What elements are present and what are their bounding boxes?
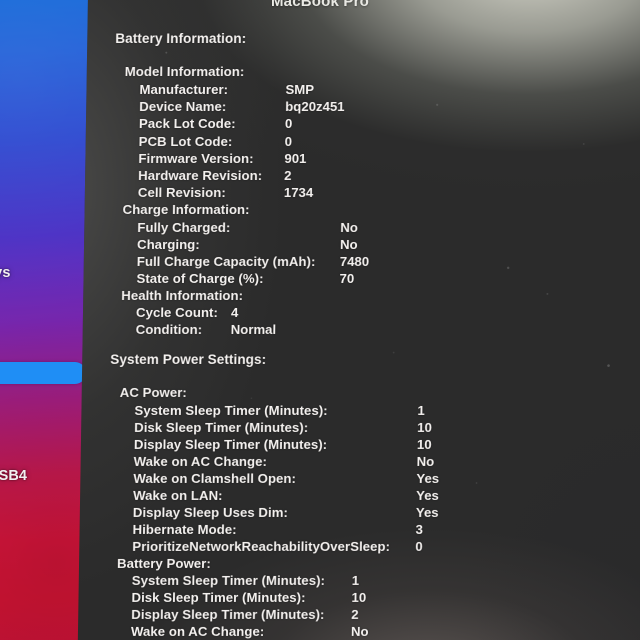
row-label-ac-wake-on-lan: Wake on LAN: (133, 488, 223, 503)
row-label-batt-display-sleep-timer: Display Sleep Timer (Minutes): (131, 607, 325, 622)
row-label-ac-wake-on-ac-change: Wake on AC Change: (133, 454, 268, 469)
row-label-ac-prioritize-network: PrioritizeNetworkReachabilityOverSleep: (132, 539, 391, 554)
row-label-pcb-lot-code: PCB Lot Code: (138, 134, 233, 149)
row-label-pack-lot-code: Pack Lot Code: (138, 116, 236, 131)
row-label-ac-display-sleep-timer: Display Sleep Timer (Minutes): (133, 437, 328, 452)
row-value-full-charge-capacity: 7480 (339, 254, 370, 269)
row-value-ac-wake-on-ac-change: No (416, 454, 435, 469)
row-label-ac-hibernate-mode: Hibernate Mode: (132, 522, 237, 537)
information-pane: Battery Information: Model Information: … (77, 0, 640, 640)
row-value-batt-display-sleep-timer: 2 (351, 607, 359, 622)
row-label-batt-disk-sleep-timer: Disk Sleep Timer (Minutes): (131, 590, 306, 605)
sidebar-item-power-selected[interactable] (0, 362, 86, 384)
group-heading-health-information: Health Information: (121, 288, 244, 303)
row-value-firmware-version: 901 (284, 151, 307, 166)
row-value-ac-hibernate-mode: 3 (415, 522, 424, 537)
row-value-ac-wake-on-clamshell: Yes (416, 471, 440, 486)
row-value-pack-lot-code: 0 (284, 116, 293, 131)
window-title: MacBook Pro (270, 0, 370, 10)
row-value-ac-display-sleep-uses-dim: Yes (415, 505, 439, 520)
row-value-charging: No (339, 237, 358, 252)
row-label-hardware-revision: Hardware Revision: (138, 168, 263, 183)
row-label-manufacturer: Manufacturer: (139, 82, 229, 97)
row-value-ac-prioritize-network: 0 (415, 539, 423, 554)
section-heading-battery-information: Battery Information: (115, 31, 247, 46)
row-label-ac-display-sleep-uses-dim: Display Sleep Uses Dim: (132, 505, 289, 520)
row-value-cell-revision: 1734 (283, 185, 314, 200)
row-label-full-charge-capacity: Full Charge Capacity (mAh): (136, 254, 316, 269)
row-value-hardware-revision: 2 (284, 168, 292, 183)
row-label-condition: Condition: (135, 322, 203, 337)
section-heading-system-power-settings: System Power Settings: (110, 352, 267, 367)
sidebar-item-usb4[interactable]: USB4 (0, 468, 27, 484)
row-value-manufacturer: SMP (285, 82, 315, 97)
row-label-charging: Charging: (136, 237, 200, 252)
row-value-state-of-charge: 70 (339, 271, 355, 286)
row-label-firmware-version: Firmware Version: (138, 151, 254, 166)
row-value-batt-disk-sleep-timer: 10 (351, 590, 367, 605)
row-value-ac-wake-on-lan: Yes (416, 488, 439, 503)
row-label-state-of-charge: State of Charge (%): (136, 271, 264, 286)
row-value-batt-system-sleep-timer: 1 (351, 573, 360, 588)
power-report: Battery Information: Model Information: … (78, 0, 640, 640)
row-value-device-name: bq20z451 (285, 99, 345, 114)
row-value-fully-charged: No (340, 220, 359, 235)
row-value-batt-wake-on-ac-change: No (350, 624, 369, 639)
row-label-ac-disk-sleep-timer: Disk Sleep Timer (Minutes): (134, 420, 309, 435)
group-heading-charge-information: Charge Information: (122, 202, 250, 217)
row-label-fully-charged: Fully Charged: (137, 220, 231, 235)
row-label-device-name: Device Name: (139, 99, 227, 114)
group-heading-battery-power: Battery Power: (116, 556, 211, 571)
sidebar-item-displays[interactable]: ays (0, 265, 11, 281)
row-label-batt-system-sleep-timer: System Sleep Timer (Minutes): (131, 573, 326, 588)
row-label-ac-wake-on-clamshell: Wake on Clamshell Open: (133, 471, 297, 486)
row-value-condition: Normal (230, 322, 277, 337)
row-label-batt-wake-on-ac-change: Wake on AC Change: (130, 624, 265, 639)
row-value-pcb-lot-code: 0 (284, 134, 293, 149)
group-heading-ac-power: AC Power: (119, 385, 187, 400)
row-value-ac-display-sleep-timer: 10 (416, 437, 432, 452)
system-information-photo: ays USB4 Battery Information: Model Info… (0, 0, 640, 640)
group-heading-model-information: Model Information: (124, 64, 245, 79)
row-value-cycle-count: 4 (230, 305, 239, 320)
row-value-ac-disk-sleep-timer: 10 (417, 420, 432, 435)
row-value-ac-system-sleep-timer: 1 (417, 403, 425, 418)
row-label-ac-system-sleep-timer: System Sleep Timer (Minutes): (134, 403, 328, 418)
row-label-cycle-count: Cycle Count: (135, 305, 219, 320)
row-label-cell-revision: Cell Revision: (137, 185, 226, 200)
